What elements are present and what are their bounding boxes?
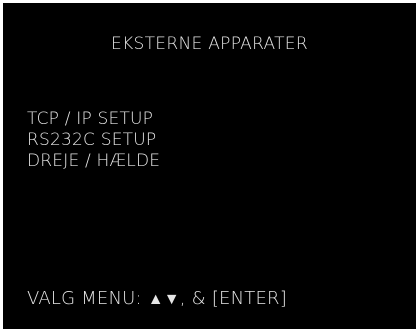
menu-item-dreje-haelde[interactable]: DREJE / HÆLDE — [27, 151, 160, 172]
menu-list: TCP / IP SETUP RS232C SETUP DREJE / HÆLD… — [27, 109, 160, 172]
navigation-hint: VALG MENU: ▲▼, & [ENTER] — [27, 288, 287, 309]
hint-prefix: VALG MENU: — [27, 288, 148, 309]
hint-separator: , & — [179, 288, 212, 309]
menu-title: EKSTERNE APPARATER — [111, 34, 308, 54]
menu-item-tcp-ip-setup[interactable]: TCP / IP SETUP — [27, 109, 160, 130]
menu-item-rs232c-setup[interactable]: RS232C SETUP — [27, 130, 160, 151]
osd-menu-panel: EKSTERNE APPARATER TCP / IP SETUP RS232C… — [3, 3, 416, 329]
enter-key-label: [ENTER] — [211, 288, 287, 309]
up-arrow-icon: ▲ — [147, 289, 164, 308]
screen: EKSTERNE APPARATER TCP / IP SETUP RS232C… — [0, 0, 419, 332]
down-arrow-icon: ▼ — [163, 289, 180, 308]
